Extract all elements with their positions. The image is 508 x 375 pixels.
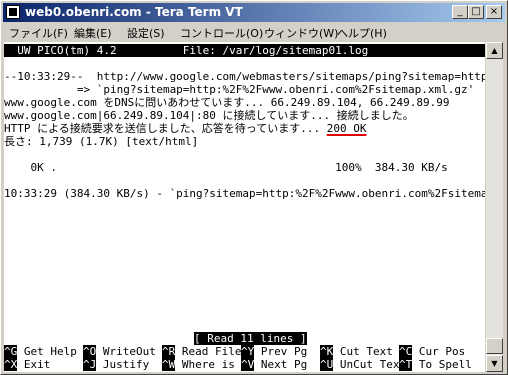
shortcut-key: ^W: [162, 358, 176, 371]
log-line-progress: 0K . 100% 384.30 KB/s: [4, 161, 448, 174]
shortcut-label: Where is: [181, 358, 235, 371]
menu-control[interactable]: コントロール(O): [180, 25, 263, 41]
log-line-output-file: => `ping?sitemap=http:%2F%2Fwww.obenri.c…: [4, 83, 475, 96]
shortcut-key: ^J: [83, 358, 97, 371]
shortcut-label: Justify: [102, 358, 150, 371]
shortcut-cur-pos[interactable]: ^C Cur Pos: [399, 345, 465, 358]
shortcut-writeout[interactable]: ^O WriteOut: [83, 345, 156, 358]
shortcut-label: Prev Pg: [260, 345, 308, 358]
menu-help[interactable]: ヘルプ(H): [337, 25, 387, 41]
shortcut-key: ^X: [4, 358, 18, 371]
pico-header-bar: UW PICO(tm) 4.2 File: /var/log/sitemap01…: [4, 44, 485, 57]
vertical-scrollbar[interactable]: ▲ ▼: [486, 42, 503, 372]
log-line-length: 長さ: 1,739 (1.7K) [text/html]: [4, 135, 199, 148]
menu-bar: ファイル(F) 編集(E) 設定(S) コントロール(O) ウィンドウ(W) ヘ…: [3, 23, 505, 41]
shortcut-label: Get Help: [23, 345, 77, 358]
shortcut-key: ^O: [83, 345, 97, 358]
minimize-button[interactable]: _: [452, 5, 468, 19]
shortcut-key: ^U: [320, 358, 334, 371]
shortcut-next-page[interactable]: ^V Next Pg: [241, 358, 307, 371]
log-line-http-text: HTTP による接続要求を送信しました、応答を待っています...: [4, 122, 327, 135]
status-message: [ Read 11 lines ]: [194, 332, 307, 345]
menu-window[interactable]: ウィンドウ(W): [264, 25, 338, 41]
shortcut-label: To Spell: [418, 358, 472, 371]
shortcut-read-file[interactable]: ^R Read File: [162, 345, 241, 358]
shortcut-get-help[interactable]: ^G Get Help: [4, 345, 77, 358]
shortcut-exit[interactable]: ^X Exit: [4, 358, 50, 371]
scrollbar-thumb[interactable]: [486, 338, 503, 354]
window-title: web0.obenri.com - Tera Term VT: [25, 5, 243, 19]
log-line-request: --10:33:29-- http://www.google.com/webma…: [4, 70, 485, 83]
shortcut-uncut-text[interactable]: ^U UnCut Text: [320, 358, 406, 371]
shortcut-to-spell[interactable]: ^T To Spell: [399, 358, 472, 371]
shortcut-prev-page[interactable]: ^Y Prev Pg: [241, 345, 307, 358]
log-line-dns: www.google.com をDNSに問いあわせています... 66.249.…: [4, 96, 450, 109]
shortcut-key: ^C: [399, 345, 413, 358]
scroll-down-arrow-icon[interactable]: ▼: [486, 355, 503, 372]
log-line-connect: www.google.com|66.249.89.104|:80 に接続していま…: [4, 109, 414, 122]
shortcut-where-is[interactable]: ^W Where is: [162, 358, 235, 371]
shortcut-key: ^Y: [241, 345, 255, 358]
maximize-button[interactable]: □: [468, 5, 484, 19]
shortcut-key: ^T: [399, 358, 413, 371]
shortcut-key: ^R: [162, 345, 176, 358]
shortcut-label: Cut Text: [339, 345, 393, 358]
shortcut-key: ^K: [320, 345, 334, 358]
shortcut-label: Next Pg: [260, 358, 308, 371]
menu-edit[interactable]: 編集(E): [74, 25, 112, 41]
shortcut-label: Cur Pos: [418, 345, 466, 358]
http-status-ok: 200 OK: [326, 122, 367, 135]
shortcut-cut-text[interactable]: ^K Cut Text: [320, 345, 393, 358]
shortcut-key: ^V: [241, 358, 255, 371]
log-line-http: HTTP による接続要求を送信しました、応答を待っています... 200 OK: [4, 122, 366, 135]
log-line-saved: 10:33:29 (384.30 KB/s) - `ping?sitemap=h…: [4, 187, 485, 200]
shortcut-label: Exit: [23, 358, 51, 371]
scroll-up-arrow-icon[interactable]: ▲: [486, 42, 503, 59]
tera-term-app-icon[interactable]: [6, 5, 20, 19]
title-bar[interactable]: web0.obenri.com - Tera Term VT _ □ ×: [3, 3, 505, 22]
close-button[interactable]: ×: [486, 5, 502, 19]
shortcut-label: WriteOut: [102, 345, 156, 358]
menu-setup[interactable]: 設定(S): [127, 25, 165, 41]
menu-file[interactable]: ファイル(F): [9, 25, 68, 41]
shortcut-label: Read File: [181, 345, 242, 358]
tera-term-window: web0.obenri.com - Tera Term VT _ □ × ファイ…: [0, 0, 508, 375]
shortcut-key: ^G: [4, 345, 18, 358]
shortcut-label: UnCut Text: [339, 358, 407, 371]
shortcut-justify[interactable]: ^J Justify: [83, 358, 149, 371]
terminal-screen[interactable]: UW PICO(tm) 4.2 File: /var/log/sitemap01…: [4, 42, 485, 372]
